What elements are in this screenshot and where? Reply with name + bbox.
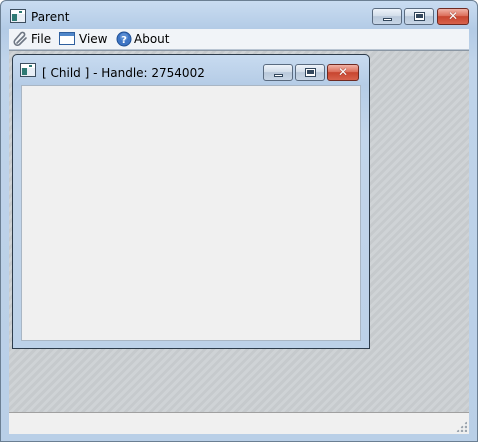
child-window[interactable]: [ Child ] - Handle: 2754002 ✕	[12, 54, 370, 349]
child-close-button[interactable]: ✕	[327, 64, 359, 81]
help-icon: ?	[116, 31, 132, 47]
menu-bar: File View ? About	[9, 29, 469, 50]
resize-grip-icon[interactable]	[456, 421, 467, 432]
maximize-icon	[414, 12, 425, 21]
child-maximize-button[interactable]	[295, 64, 325, 81]
window-icon	[59, 32, 75, 45]
maximize-icon	[305, 68, 316, 77]
menu-label-about: About	[134, 32, 170, 46]
child-window-icon[interactable]	[20, 63, 36, 77]
app-window-icon[interactable]	[10, 9, 26, 23]
minimize-icon	[274, 74, 283, 77]
close-icon: ✕	[447, 9, 459, 23]
status-bar	[9, 412, 469, 434]
menu-item-view[interactable]: View	[59, 29, 109, 49]
close-icon: ✕	[337, 65, 349, 79]
svg-text:?: ?	[121, 35, 127, 46]
parent-title: Parent	[31, 10, 70, 24]
maximize-button[interactable]	[404, 8, 434, 25]
child-minimize-button[interactable]	[263, 64, 293, 81]
paperclip-icon	[13, 31, 27, 46]
child-title-bar[interactable]: [ Child ] - Handle: 2754002 ✕	[13, 55, 369, 83]
menu-item-file[interactable]: File	[11, 29, 55, 49]
child-client-area[interactable]	[21, 85, 361, 341]
parent-window: Parent ✕ File View ? About [Child] - H…	[0, 0, 478, 442]
minimize-icon	[383, 18, 392, 21]
menu-label-file: File	[31, 32, 52, 46]
child-title: [ Child ] - Handle: 2754002	[42, 66, 205, 80]
parent-title-bar[interactable]: Parent ✕	[1, 1, 477, 29]
minimize-button[interactable]	[372, 8, 402, 25]
close-button[interactable]: ✕	[437, 8, 469, 25]
mdi-client-area[interactable]: [ Child ] - Handle: 2754002 ✕	[9, 50, 469, 413]
menu-label-view: View	[79, 32, 108, 46]
menu-item-about[interactable]: ? About	[116, 29, 176, 49]
